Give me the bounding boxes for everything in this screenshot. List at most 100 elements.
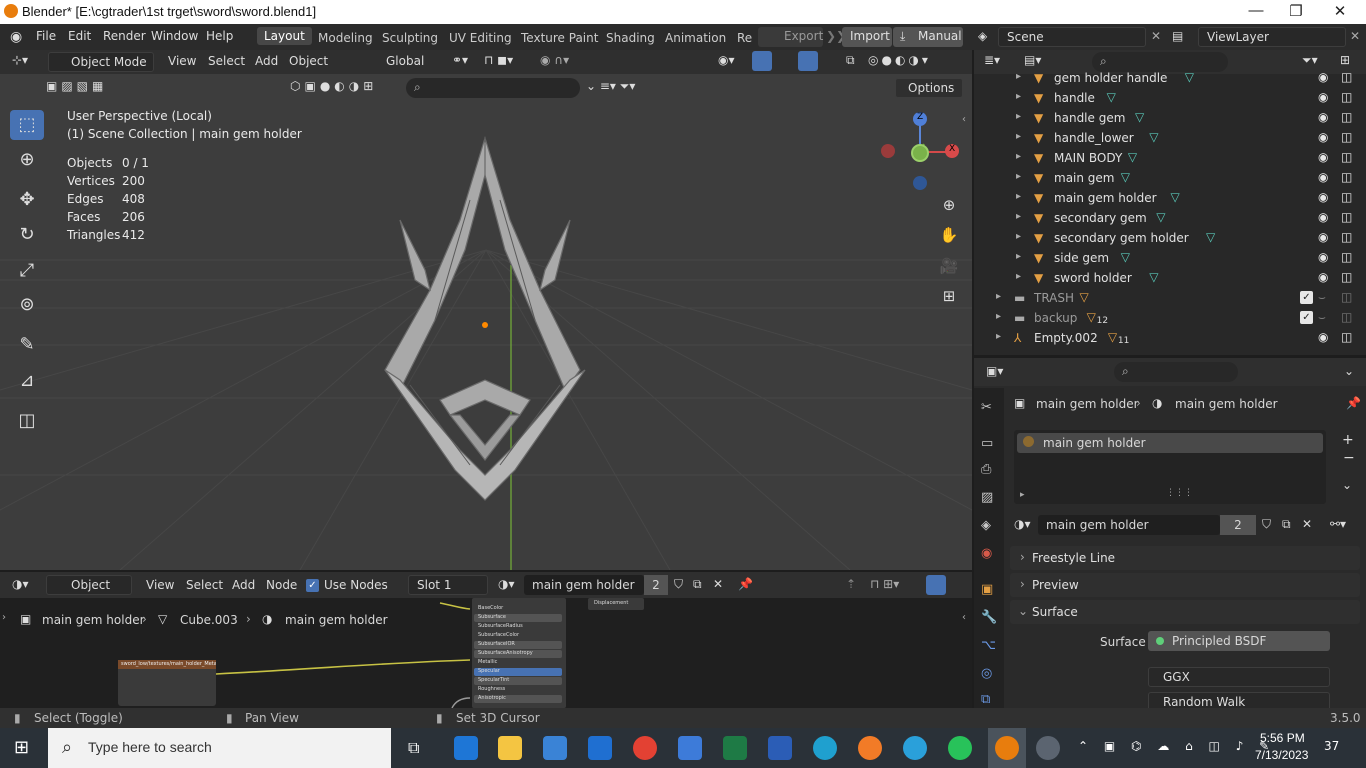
physics-tab-icon[interactable]: ◎ (981, 666, 992, 681)
tab-uv-editing[interactable]: UV Editing (449, 31, 512, 45)
node-material-field[interactable]: main gem holder (524, 575, 644, 595)
snap-icon[interactable]: ⊓ ⊞▾ (870, 577, 899, 591)
measure-tool[interactable]: ⊿ (10, 366, 44, 396)
eye-icon[interactable]: ◉ (1318, 250, 1328, 264)
close-button[interactable]: ✕ (1320, 2, 1360, 20)
tab-sculpting[interactable]: Sculpting (382, 31, 438, 45)
eye-icon[interactable]: ◉ (1318, 330, 1328, 344)
eye-icon[interactable]: ◉ (1318, 230, 1328, 244)
camera-render-icon[interactable]: ◫ (1341, 250, 1352, 264)
scene-close-icon[interactable]: ✕ (1151, 29, 1161, 43)
expand-arrow-icon[interactable]: ▸ (1016, 91, 1021, 102)
expand-arrow-icon[interactable]: ▸ (996, 331, 1001, 342)
menu-file[interactable]: File (36, 29, 56, 43)
node-input-row[interactable]: Metallic (474, 659, 562, 667)
tab-texture-paint[interactable]: Texture Paint (521, 31, 598, 45)
chrome-icon[interactable] (633, 736, 657, 760)
tab-animation[interactable]: Animation (665, 31, 726, 45)
surface-shader-field[interactable]: Principled BSDF (1148, 631, 1330, 651)
windows-start-icon[interactable]: ⊞ (14, 737, 29, 758)
node-input-row[interactable]: BaseColor (474, 605, 562, 613)
blender-menu-icon[interactable]: ◉ (10, 29, 22, 45)
viewport-menu-object[interactable]: Object (289, 54, 328, 68)
unlink-icon[interactable]: ✕ (713, 577, 723, 591)
camera-render-icon[interactable]: ◫ (1341, 270, 1352, 284)
filter-funnel-icon[interactable]: ⌄ ≡▾ ⏷▾ (586, 79, 635, 94)
expand-arrow-icon[interactable]: ▸ (1016, 131, 1021, 142)
distribution-dropdown[interactable]: GGX (1148, 667, 1330, 687)
proportional-edit-icon[interactable]: ◉ ∩▾ (540, 53, 569, 67)
resize-handle-icon[interactable]: ⋮⋮⋮ (1166, 488, 1193, 498)
orientation-selector[interactable]: Global (362, 52, 440, 72)
users-count[interactable]: 2 (1220, 515, 1256, 535)
remove-slot-icon[interactable]: − (1343, 450, 1355, 466)
eye-icon[interactable]: ◉ (1318, 90, 1328, 104)
fake-user-icon[interactable]: ⛉ (1262, 517, 1271, 532)
outliner-row[interactable]: ▸ ▬ backup ▽ 12 ✓ ⌣ ◫ (974, 308, 1366, 328)
scene-tab-icon[interactable]: ◈ (981, 518, 991, 533)
pan-hand-icon[interactable]: ✋ (937, 223, 961, 247)
node-input-row[interactable]: Specular (474, 668, 562, 676)
camera-render-icon[interactable]: ◫ (1341, 150, 1352, 164)
output-tab-icon[interactable]: ⎙ (981, 462, 991, 477)
scene-selector[interactable]: Scene (998, 27, 1146, 47)
file-explorer-icon[interactable] (498, 736, 522, 760)
node-link-icon[interactable]: ⚯▾ (1330, 517, 1346, 531)
camera-render-icon[interactable]: ◫ (1341, 330, 1352, 344)
properties-options-icon[interactable]: ⌄ (1344, 364, 1354, 378)
node-input-row[interactable]: SubsurfaceColor (474, 632, 562, 640)
slot-dropdown[interactable]: Slot 1 (408, 575, 488, 595)
principled-bsdf-node[interactable]: BaseColor Subsurface SubsurfaceRadius Subsu… (472, 598, 566, 708)
cursor-tool[interactable]: ⊕ (10, 145, 44, 175)
taskbar-search-box[interactable]: ⌕ Type here to search (48, 728, 391, 768)
scale-tool[interactable]: ⤢ (10, 256, 44, 286)
section-preview[interactable]: › Preview (1010, 573, 1360, 597)
node-input-row[interactable]: SubsurfaceAnisotropy (474, 650, 562, 658)
node-users-count[interactable]: 2 (644, 575, 668, 595)
options-dropdown[interactable]: Options (895, 78, 963, 98)
eye-icon[interactable]: ◉ (1318, 130, 1328, 144)
add-cube-tool[interactable]: ◫ (10, 406, 44, 436)
world-tab-icon[interactable]: ◉ (981, 546, 992, 561)
outliner-row[interactable]: ▸ ▼ handle ▽ ◉ ◫ (974, 88, 1366, 108)
menu-window[interactable]: Window (151, 29, 198, 43)
outliner-row[interactable]: ▸ ▼ sword holder ▽ ◉ ◫ (974, 268, 1366, 288)
shader-type-selector[interactable]: Object (46, 575, 132, 595)
outliner-row[interactable]: ▸ ▼ main gem holder ▽ ◉ ◫ (974, 188, 1366, 208)
whatsapp-icon[interactable] (948, 736, 972, 760)
outliner-row[interactable]: ▸ ▼ MAIN BODY ▽ ◉ ◫ (974, 148, 1366, 168)
outliner-row[interactable]: ▸ ▼ side gem ▽ ◉ ◫ (974, 248, 1366, 268)
menu-render[interactable]: Render (103, 29, 146, 43)
render-tab-icon[interactable]: ▭ (981, 436, 993, 451)
rotate-tool[interactable]: ↻ (10, 220, 44, 250)
node-menu-select[interactable]: Select (186, 578, 223, 592)
mail-icon[interactable] (588, 736, 612, 760)
eye-icon[interactable]: ◉ (1318, 110, 1328, 124)
outliner-row[interactable]: ▸ ▼ handle gem ▽ ◉ ◫ (974, 108, 1366, 128)
xray-icon[interactable]: ⧉ (846, 53, 855, 68)
outliner-row[interactable]: ▸ ▼ secondary gem ▽ ◉ ◫ (974, 208, 1366, 228)
notification-count[interactable]: 37 (1324, 739, 1339, 753)
modifier-tab-icon[interactable]: 🔧 (981, 610, 997, 625)
expand-arrow-icon[interactable]: ▸ (1016, 151, 1021, 162)
expand-arrow-icon[interactable]: ▸ (1016, 231, 1021, 242)
select-mode-icons[interactable]: ▣▨▧▦ (46, 79, 107, 93)
tool-tab-icon[interactable]: ✂ (981, 400, 992, 415)
tab-rendering[interactable]: Re (737, 31, 752, 45)
sidebar-collapse-icon[interactable]: ‹ (962, 114, 966, 125)
outliner-row[interactable]: ▸ ⅄ Empty.002 ▽ 11 ◉ ◫ (974, 328, 1366, 348)
camera-render-icon[interactable]: ◫ (1341, 130, 1352, 144)
hidden-eye-icon[interactable]: ⌣ (1318, 310, 1326, 325)
pin-icon[interactable]: 📌 (1346, 396, 1361, 410)
move-tool[interactable]: ✥ (10, 185, 44, 215)
3d-viewport[interactable]: ⊹▾ Object Mode View Select Add Object Gl… (0, 50, 972, 570)
obs-icon[interactable] (1036, 736, 1060, 760)
import-button[interactable]: Import (842, 27, 892, 47)
outliner-row[interactable]: ▸ ▼ secondary gem holder ▽ ◉ ◫ (974, 228, 1366, 248)
node-input-row[interactable]: Roughness (474, 686, 562, 694)
restore-button[interactable]: ❐ (1276, 2, 1316, 20)
exclude-checkbox[interactable]: ✓ (1300, 311, 1313, 324)
expand-arrow-icon[interactable]: ▸ (1016, 171, 1021, 182)
camera-render-icon[interactable]: ◫ (1341, 190, 1352, 204)
camera-render-icon[interactable]: ◫ (1341, 210, 1352, 224)
